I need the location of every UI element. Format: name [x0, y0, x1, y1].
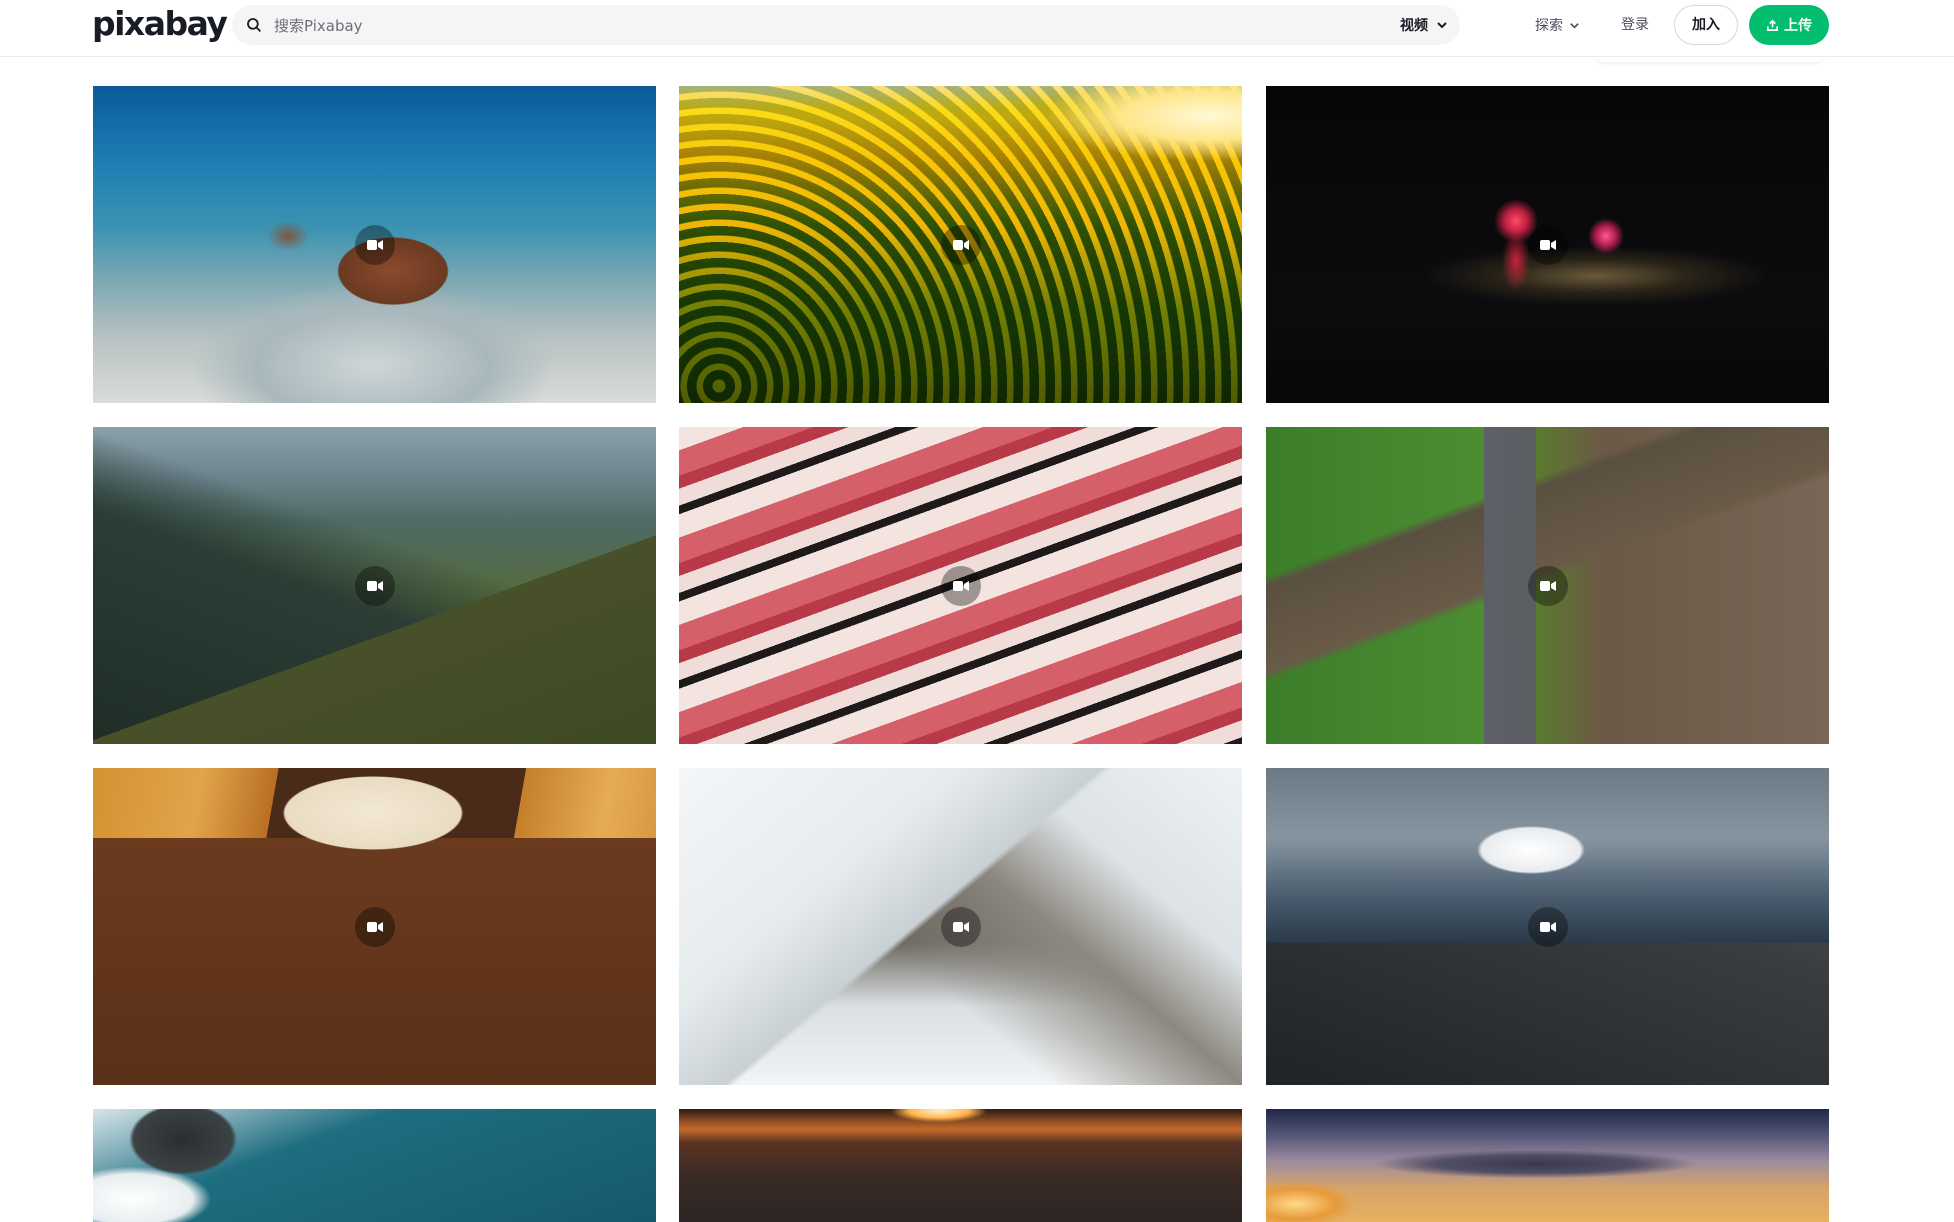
- pixabay-logo[interactable]: pixabay: [92, 4, 228, 44]
- search-icon: [247, 18, 262, 33]
- explore-menu[interactable]: 探索: [1535, 5, 1580, 45]
- video-camera-icon: [940, 224, 981, 265]
- video-tile-snowy-valley[interactable]: [679, 768, 1242, 1085]
- search-bar: 视频: [232, 5, 1460, 47]
- video-grid: [0, 0, 1954, 1222]
- upload-label: 上传: [1784, 18, 1812, 34]
- top-navigation-bar: pixabay 视频 探索 登录 加入 上传: [0, 0, 1954, 57]
- chevron-down-icon: [1570, 22, 1579, 29]
- video-camera-icon: [354, 224, 395, 265]
- search-input[interactable]: [272, 5, 1276, 47]
- video-tile-night-fireworks[interactable]: [1266, 86, 1829, 403]
- video-tile-sunflower-field[interactable]: [679, 86, 1242, 403]
- video-camera-icon: [1527, 565, 1568, 606]
- video-tile-mount-fuji[interactable]: [1266, 768, 1829, 1085]
- video-tile-aerial-road[interactable]: [1266, 427, 1829, 744]
- video-tile-sunset-water[interactable]: [679, 1109, 1242, 1222]
- login-link[interactable]: 登录: [1621, 5, 1649, 45]
- video-camera-icon: [940, 906, 981, 947]
- upload-button[interactable]: 上传: [1749, 5, 1829, 45]
- media-type-select[interactable]: 视频: [1400, 5, 1448, 45]
- video-tile-sunset-clouds[interactable]: [1266, 1109, 1829, 1222]
- media-type-label: 视频: [1400, 18, 1428, 34]
- video-camera-icon: [354, 906, 395, 947]
- video-camera-icon: [1527, 224, 1568, 265]
- video-camera-icon: [940, 565, 981, 606]
- join-button[interactable]: 加入: [1674, 5, 1738, 45]
- video-tile-ocean-waves[interactable]: [93, 1109, 656, 1222]
- video-camera-icon: [1527, 906, 1568, 947]
- video-tile-sea-turtle[interactable]: [93, 86, 656, 403]
- video-tile-mountain-road[interactable]: [93, 427, 656, 744]
- chevron-down-icon: [1437, 22, 1447, 29]
- video-tile-cabin-couple[interactable]: [93, 768, 656, 1085]
- video-tile-raw-bacon[interactable]: [679, 427, 1242, 744]
- explore-label: 探索: [1535, 18, 1563, 34]
- video-camera-icon: [354, 565, 395, 606]
- upload-icon: [1767, 19, 1778, 31]
